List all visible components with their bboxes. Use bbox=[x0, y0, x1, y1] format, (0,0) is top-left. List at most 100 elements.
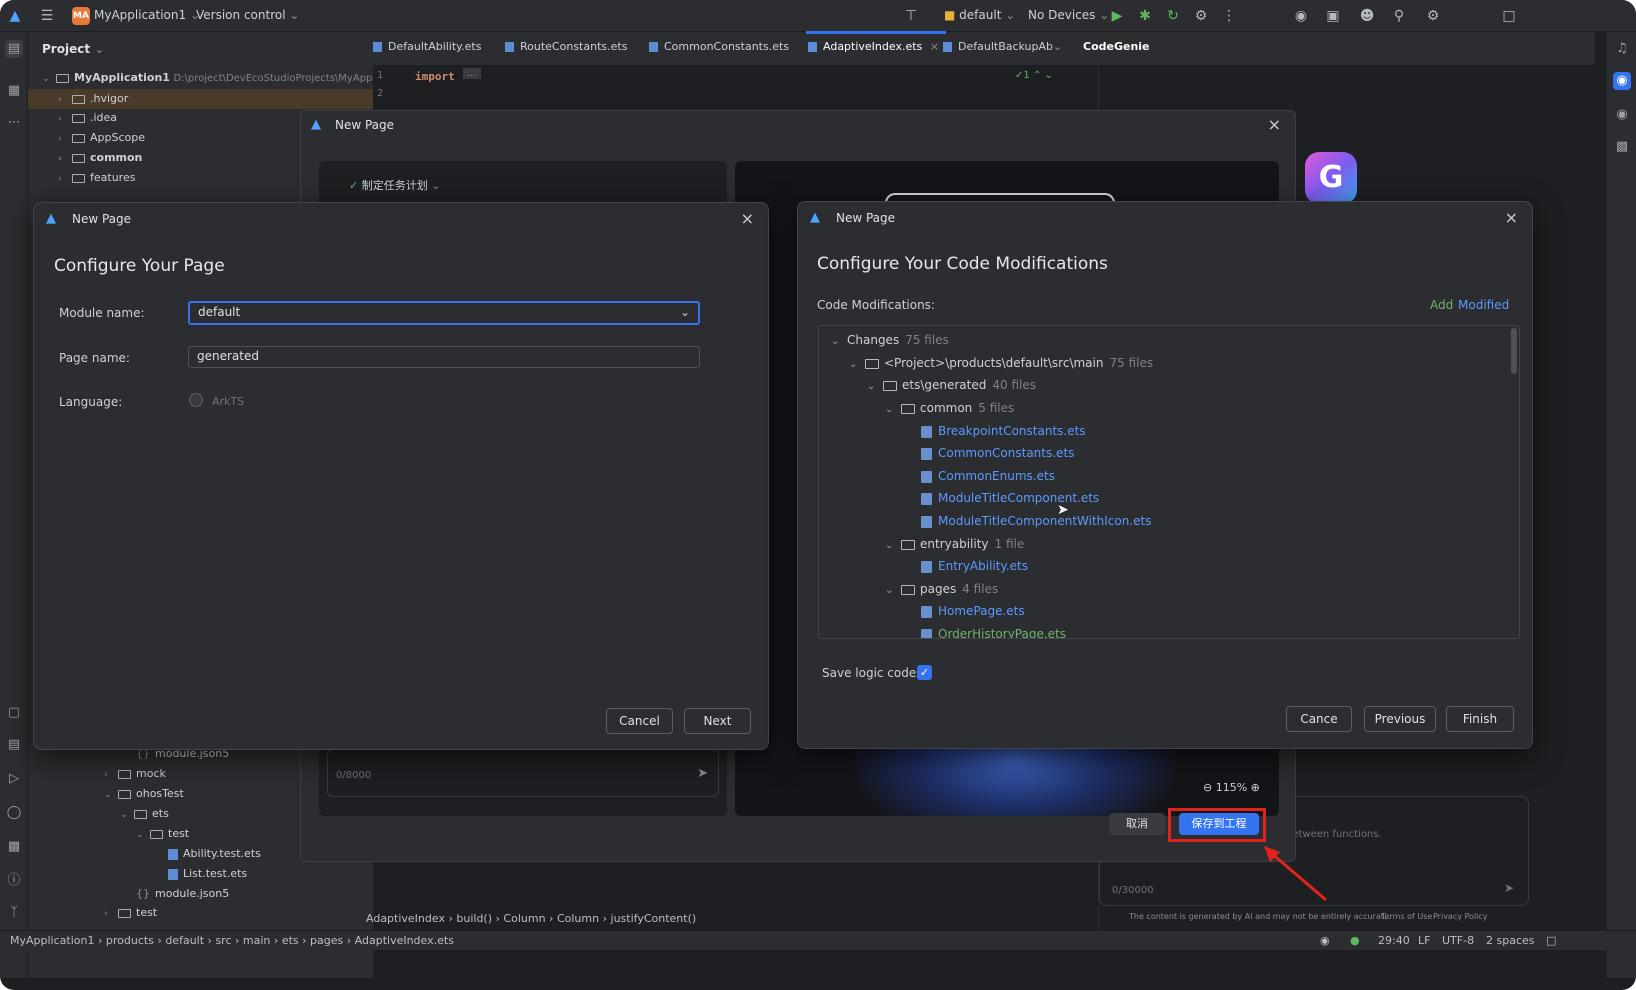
tree-item-ets[interactable]: ⌄ ets bbox=[120, 804, 169, 824]
tab-route-constants[interactable]: RouteConstants.ets bbox=[505, 40, 627, 53]
tree-item-mock[interactable]: › mock bbox=[104, 764, 166, 784]
module-name-select[interactable]: default ⌄ bbox=[188, 301, 700, 325]
genie-send-icon[interactable]: ➤ bbox=[1504, 881, 1514, 895]
problems-icon[interactable]: ⓘ bbox=[5, 872, 23, 890]
project-switcher[interactable]: MyApplication1 ⌄ bbox=[94, 8, 200, 22]
log-icon[interactable]: ▤ bbox=[5, 736, 23, 754]
path-item[interactable]: AdaptiveIndex.ets bbox=[355, 934, 454, 947]
tree-item-idea[interactable]: › .idea bbox=[58, 108, 117, 128]
tab-adaptive-index[interactable]: AdaptiveIndex.ets × bbox=[808, 40, 939, 53]
previewer-icon[interactable]: ◉ bbox=[1613, 106, 1631, 124]
tree-file[interactable]: ModuleTitleComponent.ets bbox=[921, 488, 1099, 508]
account-icon[interactable]: ☻ bbox=[1358, 7, 1376, 25]
code-fold[interactable]: ... bbox=[463, 68, 481, 79]
device-manager-icon[interactable]: ◉ bbox=[1292, 7, 1310, 25]
lock-icon[interactable]: □ bbox=[1546, 934, 1556, 947]
profiler-icon[interactable]: ⚙ bbox=[1192, 7, 1210, 25]
previous-button[interactable]: Previous bbox=[1364, 706, 1436, 732]
breadcrumb-item[interactable]: Column bbox=[503, 912, 545, 925]
tree-item-features[interactable]: › features bbox=[58, 168, 135, 188]
tree-item-test[interactable]: ⌄ test bbox=[136, 824, 189, 844]
tabs-overflow-icon[interactable]: ⌄ bbox=[1053, 40, 1062, 53]
tree-item-test-folder[interactable]: › test bbox=[104, 903, 157, 923]
build-icon[interactable]: ⊤ bbox=[902, 7, 920, 25]
todo-icon[interactable]: ▢ bbox=[5, 704, 23, 722]
tab-default-ability[interactable]: DefaultAbility.ets bbox=[373, 40, 481, 53]
window-restore-icon[interactable]: □ bbox=[1500, 7, 1518, 25]
search-icon[interactable]: ⚲ bbox=[1390, 7, 1408, 25]
tree-item-ability-test[interactable]: Ability.test.ets bbox=[168, 844, 261, 864]
tree-item-hvigor[interactable]: › .hvigor bbox=[58, 89, 128, 109]
cancel-button[interactable]: Cancel bbox=[606, 708, 673, 734]
tree-file[interactable]: HomePage.ets bbox=[921, 601, 1025, 621]
assistant-icon[interactable]: ▩ bbox=[1613, 138, 1631, 156]
tree-entryability-folder[interactable]: ⌄ entryability 1 file bbox=[885, 534, 1024, 554]
breadcrumb-item[interactable]: Column bbox=[557, 912, 599, 925]
language-radio[interactable] bbox=[189, 393, 203, 407]
tree-item-common[interactable]: › common bbox=[58, 148, 142, 168]
folder-icon[interactable]: ▣ bbox=[1324, 7, 1342, 25]
project-panel-title[interactable]: Project ⌄ bbox=[42, 42, 104, 56]
notifications-icon[interactable]: ♫ bbox=[1613, 40, 1631, 58]
breadcrumb-item[interactable]: justifyContent() bbox=[611, 912, 697, 925]
tree-file[interactable]: OrderHistoryPage.ets bbox=[921, 624, 1066, 638]
path-item[interactable]: pages bbox=[310, 934, 343, 947]
plan-toggle[interactable]: ✓ 制定任务计划 ⌄ bbox=[349, 177, 440, 193]
tree-common-folder[interactable]: ⌄ common 5 files bbox=[885, 398, 1014, 418]
terminal-icon[interactable]: ▩ bbox=[5, 838, 23, 856]
tree-generated-folder[interactable]: ⌄ ets\generated 40 files bbox=[867, 375, 1036, 395]
line-ending[interactable]: LF bbox=[1418, 934, 1430, 947]
cancel-cn-button[interactable]: 取消 bbox=[1109, 813, 1165, 835]
device-config-select[interactable]: ■ default ⌄ bbox=[944, 8, 1015, 22]
privacy-link[interactable]: Privacy Policy bbox=[1433, 912, 1488, 921]
main-menu-icon[interactable]: ☰ bbox=[38, 7, 56, 25]
tree-file[interactable]: CommonEnums.ets bbox=[921, 466, 1055, 486]
codegenie-icon[interactable]: ◉ bbox=[1613, 72, 1631, 90]
back-dialog-close-icon[interactable]: × bbox=[1268, 115, 1281, 134]
inspection-count[interactable]: ✓1 ⌃ ⌄ bbox=[1015, 70, 1053, 81]
version-control-menu[interactable]: Version control ⌄ bbox=[196, 8, 299, 22]
tree-file[interactable]: ModuleTitleComponentWithIcon.ets bbox=[921, 511, 1152, 531]
tree-changes[interactable]: ⌄ Changes 75 files bbox=[831, 330, 949, 350]
save-logic-checkbox[interactable]: ✓ bbox=[917, 665, 932, 680]
breadcrumb-item[interactable]: build() bbox=[456, 912, 492, 925]
project-view-icon[interactable]: ▤ bbox=[5, 40, 23, 58]
indent-setting[interactable]: 2 spaces bbox=[1486, 934, 1535, 947]
cancel-button[interactable]: Cance bbox=[1286, 706, 1352, 732]
tree-item-appscope[interactable]: › AppScope bbox=[58, 128, 145, 148]
tree-file[interactable]: CommonConstants.ets bbox=[921, 443, 1074, 463]
terms-link[interactable]: Terms of Use bbox=[1381, 912, 1432, 921]
git-icon[interactable]: ᛉ bbox=[5, 904, 23, 922]
path-item[interactable]: ets bbox=[282, 934, 299, 947]
tree-file[interactable]: BreakpointConstants.ets bbox=[921, 421, 1086, 441]
structure-icon[interactable]: ▦ bbox=[5, 82, 23, 100]
rerun-icon[interactable]: ↻ bbox=[1164, 7, 1182, 25]
tree-pages-folder[interactable]: ⌄ pages 4 files bbox=[885, 579, 998, 599]
plan-send-icon[interactable]: ➤ bbox=[697, 766, 708, 781]
run-icon[interactable]: ▶ bbox=[1108, 7, 1126, 25]
tree-root[interactable]: ⌄ MyApplication1 D:\project\DevEcoStudioP… bbox=[42, 68, 375, 88]
ai-status-icon[interactable]: ◉ bbox=[1320, 934, 1330, 947]
tree-item-list-test[interactable]: List.test.ets bbox=[168, 864, 247, 884]
file-encoding[interactable]: UTF-8 bbox=[1442, 934, 1474, 947]
tree-item-ohostest[interactable]: ⌄ ohosTest bbox=[104, 784, 184, 804]
breadcrumb-item[interactable]: AdaptiveIndex bbox=[366, 912, 445, 925]
next-button[interactable]: Next bbox=[684, 708, 751, 734]
path-item[interactable]: products bbox=[106, 934, 154, 947]
page-name-input[interactable]: generated bbox=[188, 346, 700, 368]
tree-item-module-json-2[interactable]: {} module.json5 bbox=[136, 884, 229, 904]
dialog-close-icon[interactable]: × bbox=[741, 209, 754, 228]
tree-main-folder[interactable]: ⌄ <Project>\products\default\src\main 75 f… bbox=[849, 353, 1153, 373]
run-panel-icon[interactable]: ▷ bbox=[5, 770, 23, 788]
more-tools-icon[interactable]: ⋯ bbox=[5, 114, 23, 132]
finish-button[interactable]: Finish bbox=[1446, 706, 1514, 732]
cursor-position[interactable]: 29:40 bbox=[1378, 934, 1410, 947]
debug-icon[interactable]: ✱ bbox=[1136, 7, 1154, 25]
tree-file[interactable]: EntryAbility.ets bbox=[921, 556, 1028, 576]
path-item[interactable]: src bbox=[215, 934, 231, 947]
devices-select[interactable]: No Devices ⌄ bbox=[1028, 8, 1109, 22]
tab-common-constants[interactable]: CommonConstants.ets bbox=[649, 40, 789, 53]
more-actions-icon[interactable]: ⋮ bbox=[1220, 7, 1238, 25]
tab-default-backup[interactable]: DefaultBackupAb bbox=[943, 40, 1053, 53]
path-item[interactable]: main bbox=[243, 934, 270, 947]
